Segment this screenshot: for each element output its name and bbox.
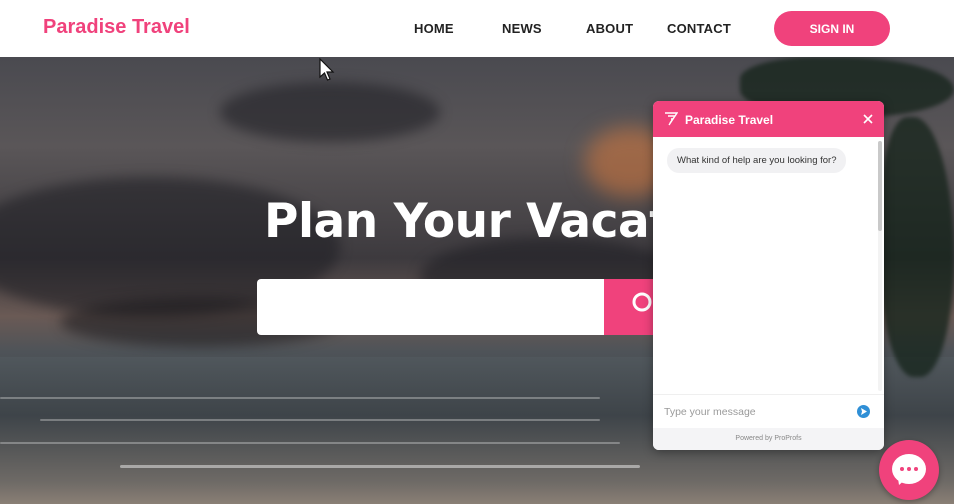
chat-bubble-dot — [914, 467, 918, 471]
palm-tree-foliage — [880, 117, 954, 377]
nav-news[interactable]: NEWS — [502, 21, 542, 36]
chat-brand-logo-icon — [665, 112, 678, 126]
brand-logo[interactable]: Paradise Travel — [43, 16, 190, 39]
chat-message-area[interactable]: What kind of help are you looking for? — [653, 137, 884, 394]
nav-about[interactable]: ABOUT — [586, 21, 633, 36]
wave-line — [0, 442, 620, 444]
nav-contact[interactable]: CONTACT — [667, 21, 731, 36]
nav-home[interactable]: HOME — [414, 21, 454, 36]
chat-title: Paradise Travel — [685, 113, 774, 127]
chat-widget: Paradise Travel What kind of help are yo… — [653, 101, 884, 450]
sign-in-button[interactable]: SIGN IN — [774, 11, 890, 46]
search-icon — [632, 292, 652, 312]
send-icon — [861, 408, 867, 415]
wave-line — [120, 465, 640, 468]
chat-input-row — [653, 394, 884, 428]
chat-launcher-button[interactable] — [879, 440, 939, 500]
chat-message-input[interactable] — [664, 404, 849, 420]
close-icon[interactable] — [861, 112, 875, 126]
destination-search-input[interactable] — [257, 279, 604, 335]
site-header: Paradise Travel HOME NEWS ABOUT CONTACT … — [0, 0, 954, 57]
bot-message-bubble: What kind of help are you looking for? — [667, 148, 847, 173]
mouse-cursor-icon — [319, 58, 335, 81]
powered-by-label[interactable]: Powered by ProProfs — [653, 428, 884, 450]
hero-background-cloud — [220, 82, 440, 142]
wave-line — [40, 419, 600, 421]
chat-header: Paradise Travel — [653, 101, 884, 137]
chat-bubble-dot — [907, 467, 911, 471]
chat-bubble-dot — [900, 467, 904, 471]
wave-line — [0, 397, 600, 399]
chat-scrollbar-thumb[interactable] — [878, 141, 882, 231]
send-button[interactable] — [857, 405, 870, 418]
